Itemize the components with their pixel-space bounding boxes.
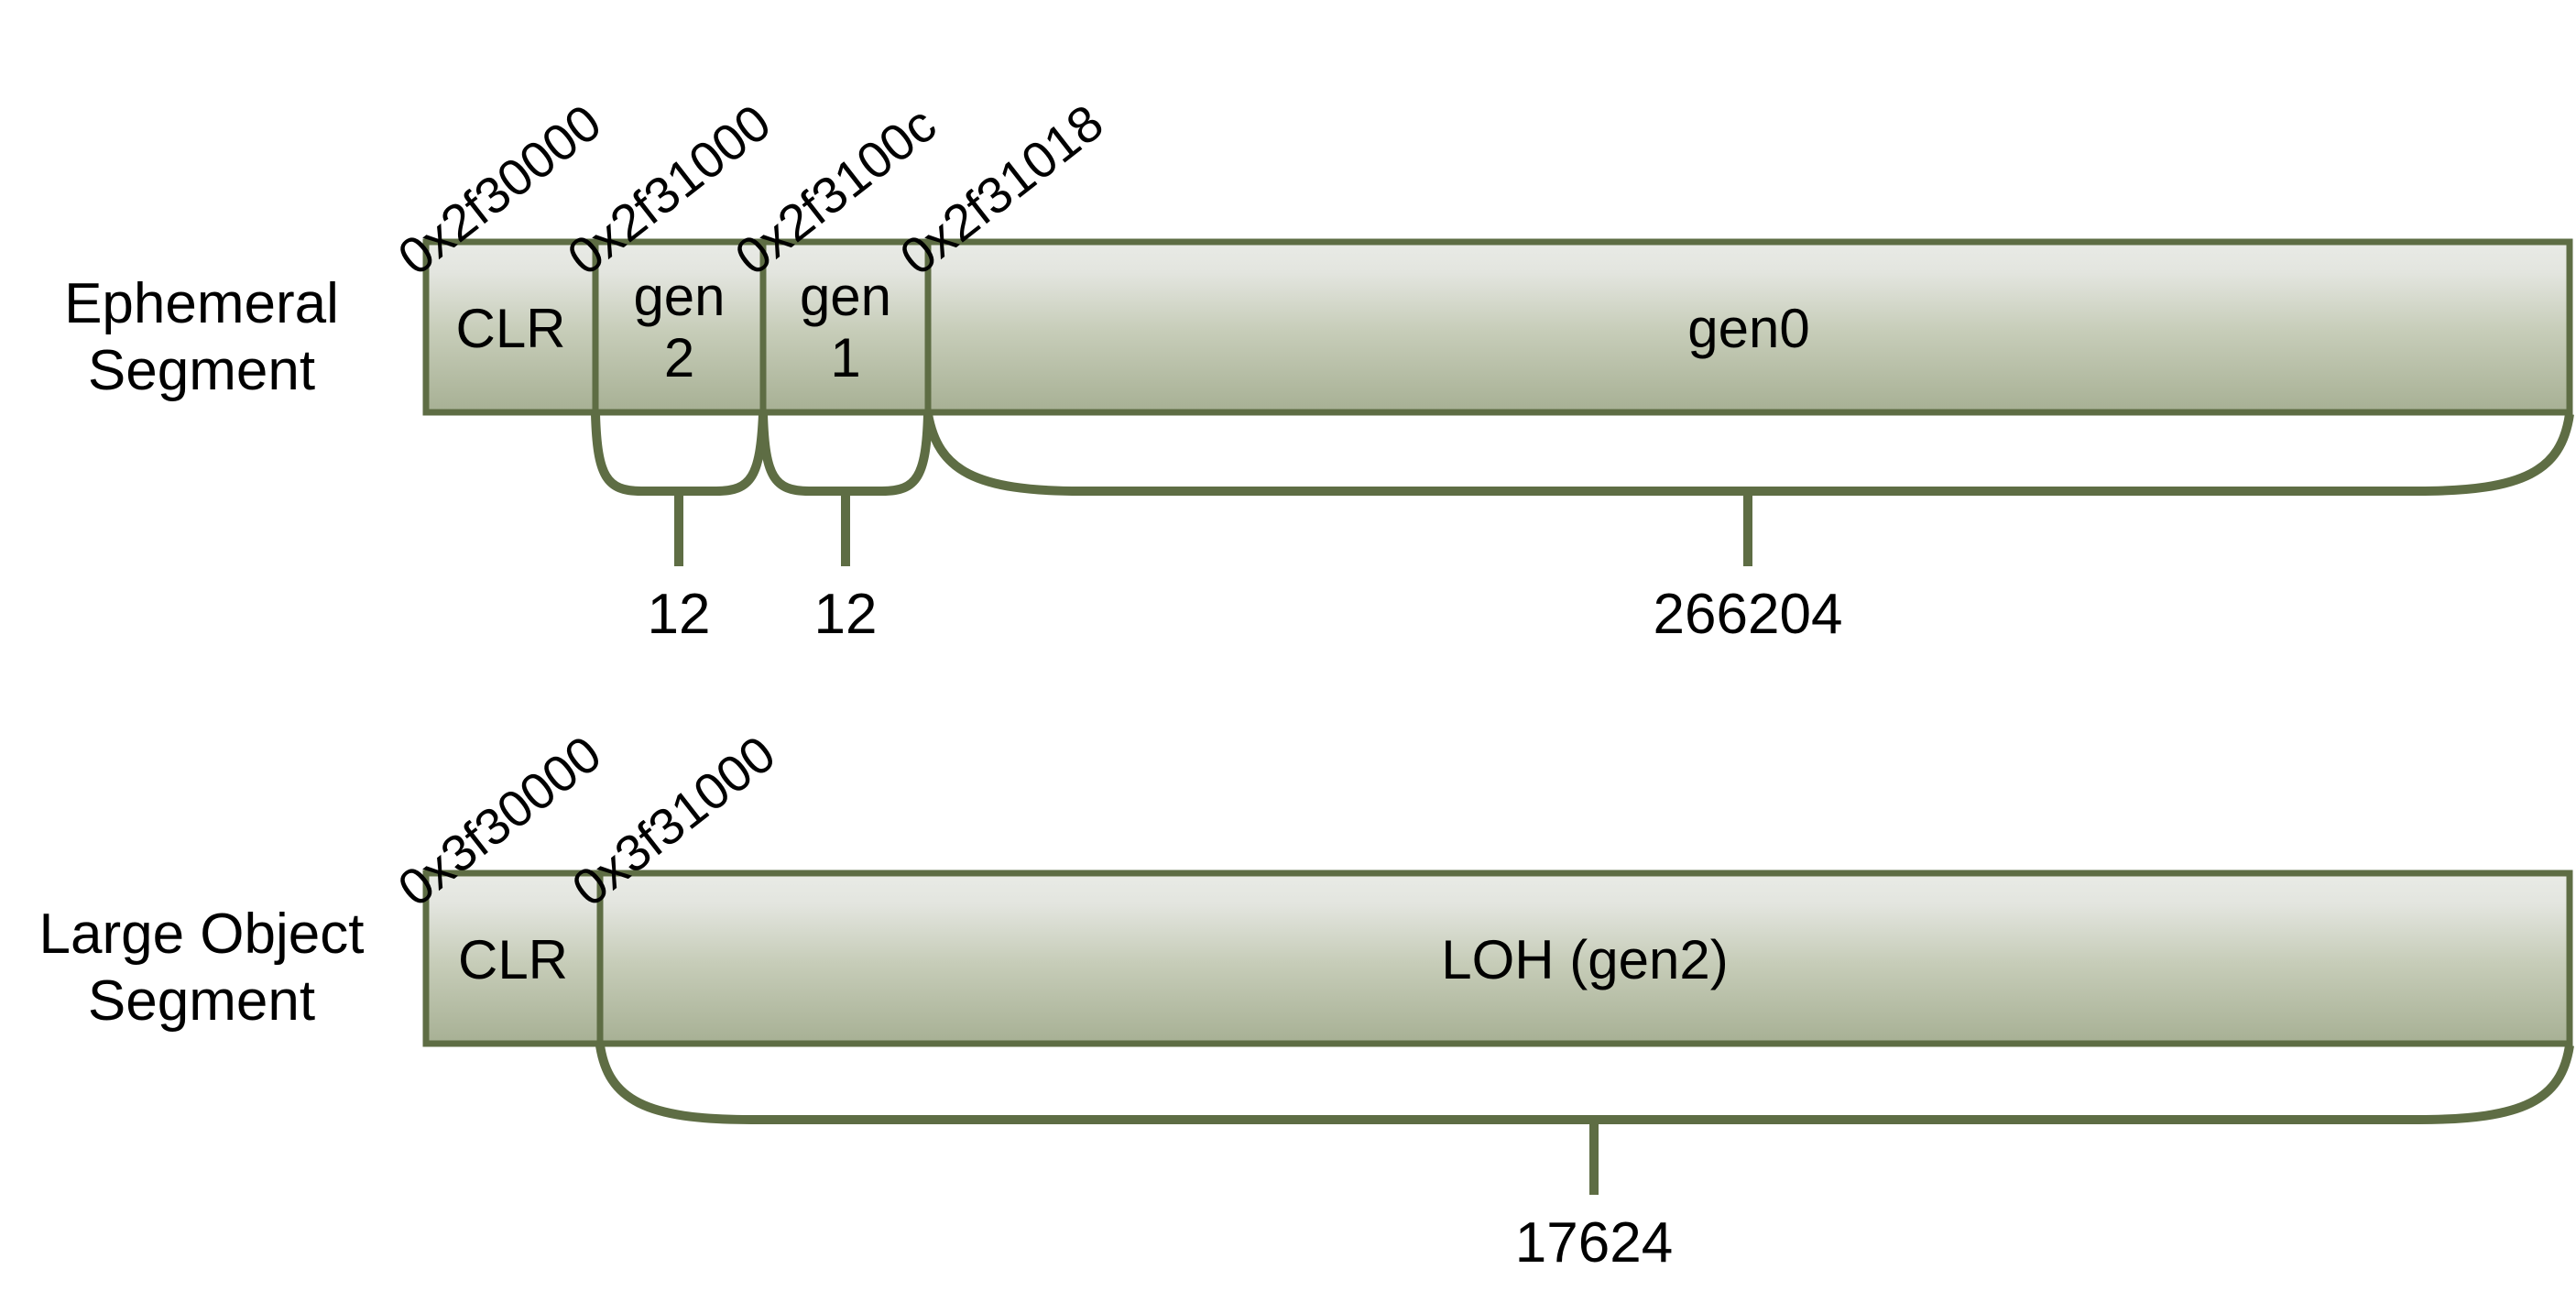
brace-gen2 [591, 413, 768, 496]
brace-gen0 [923, 413, 2574, 496]
ephemeral-segment-side-label: Ephemeral Segment [64, 272, 339, 403]
brace-loh [595, 1045, 2574, 1124]
brace-gen1 [759, 413, 933, 496]
large-object-segment-bar [422, 870, 2573, 1047]
measure-value-gen1: 12 [813, 583, 878, 646]
loh-bar-outline [422, 870, 2573, 1047]
loh-brace-group [595, 1045, 2574, 1195]
measure-value-loh: 17624 [1514, 1211, 1674, 1275]
gc-segment-diagram: Ephemeral Segment 0x2f30000 0x2f31000 0x… [0, 0, 2576, 1302]
ephemeral-brace-group [591, 413, 2574, 566]
diagram-vector-layer [422, 238, 2574, 1195]
measure-value-gen0: 266204 [1653, 583, 1843, 646]
large-object-segment-side-label: Large Object Segment [38, 903, 365, 1034]
